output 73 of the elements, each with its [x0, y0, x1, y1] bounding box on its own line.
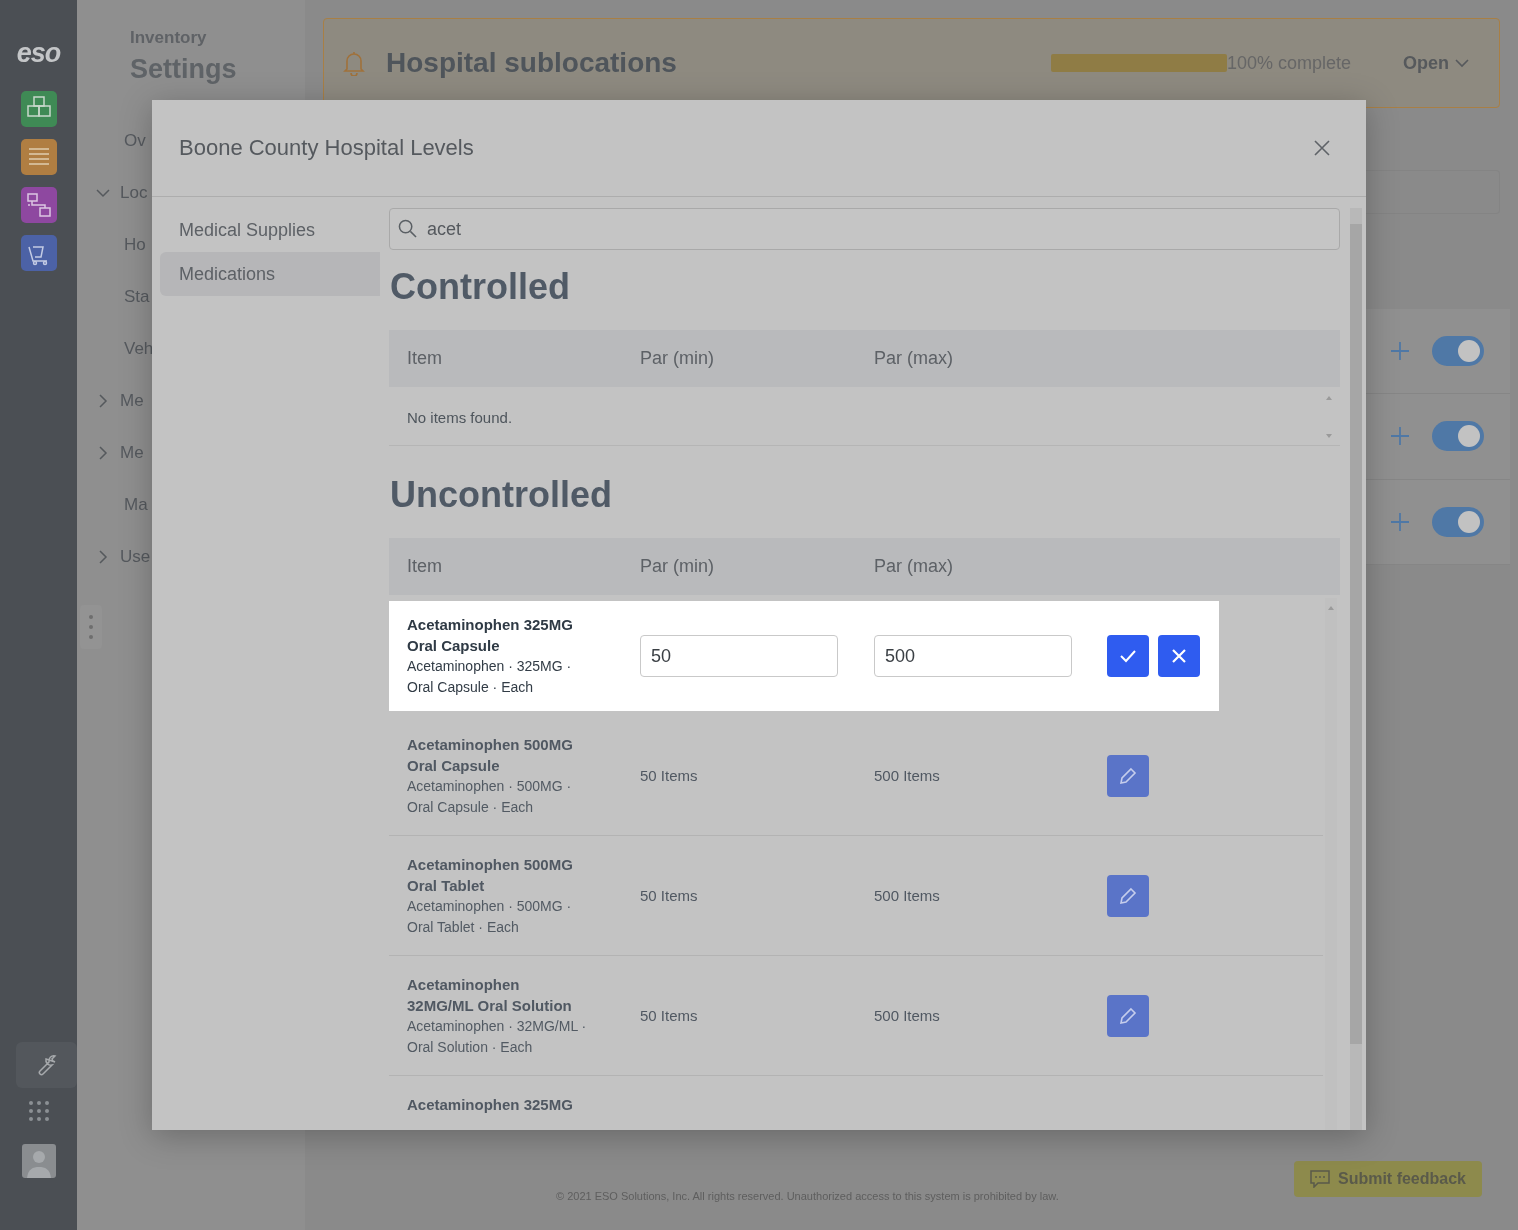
item-name: Acetaminophen 325MG	[407, 1094, 574, 1115]
section-heading: Uncontrolled	[390, 474, 613, 516]
nav-item[interactable]: Use	[120, 547, 151, 567]
logo: eso	[16, 38, 61, 69]
item-detail: Acetaminophen · 500MG · Oral Capsule · Each	[407, 776, 573, 817]
column-header: Item	[407, 556, 443, 577]
flow-icon[interactable]	[20, 187, 57, 223]
par-min-value: 50 Items	[640, 767, 699, 784]
toggle-switch[interactable]	[1432, 336, 1484, 367]
category-tab[interactable]: Medications	[160, 252, 380, 296]
column-header: Item	[407, 348, 443, 369]
chevron-right-icon[interactable]	[96, 446, 110, 460]
nav-item[interactable]: Ma	[124, 495, 148, 515]
par-max-value: 500 Items	[874, 1007, 941, 1024]
open-button[interactable]: Open	[1403, 52, 1469, 74]
chevron-right-icon[interactable]	[96, 394, 110, 408]
edit-button[interactable]	[1107, 994, 1149, 1037]
plus-icon[interactable]	[1390, 426, 1410, 447]
pencil-icon	[1118, 765, 1138, 786]
nav-item[interactable]: Me	[120, 391, 144, 411]
nav-item[interactable]: Me	[120, 443, 144, 463]
par-max-value: 500 Items	[874, 767, 941, 784]
plus-icon[interactable]	[1390, 511, 1410, 532]
column-header: Par (min)	[640, 348, 715, 369]
wrench-icon[interactable]	[16, 1042, 77, 1088]
nav-item[interactable]: Ov	[124, 131, 146, 151]
boxes-icon[interactable]	[20, 91, 57, 127]
nav-item[interactable]: Loc	[120, 183, 148, 203]
category-tab[interactable]: Medical Supplies	[160, 208, 380, 252]
search-field[interactable]: acet	[389, 208, 1340, 250]
modal-title: Boone County Hospital Levels	[179, 135, 475, 161]
column-header: Par (max)	[874, 348, 954, 369]
par-min-value: 50 Items	[640, 887, 699, 904]
confirm-button[interactable]	[1107, 635, 1149, 677]
par-max-input[interactable]: 500	[874, 635, 1072, 677]
nav-item[interactable]: Ho	[124, 235, 146, 255]
nav-item[interactable]: Sta	[124, 287, 150, 307]
scrollbar[interactable]	[1350, 208, 1362, 1130]
par-min-input[interactable]: 50	[640, 635, 838, 677]
chevron-down-icon[interactable]	[96, 186, 110, 200]
edit-button[interactable]	[1107, 754, 1149, 797]
nav-item[interactable]: Veh	[124, 339, 154, 359]
plus-icon[interactable]	[1390, 341, 1410, 362]
chevron-right-icon[interactable]	[96, 550, 110, 564]
par-min-value: 50 Items	[640, 1007, 699, 1024]
edit-button[interactable]	[1107, 874, 1149, 917]
toggle-switch[interactable]	[1432, 421, 1484, 452]
column-header: Par (max)	[874, 556, 954, 577]
item-name: Acetaminophen 500MG Oral Tablet	[407, 854, 574, 896]
chevron-down-icon	[1455, 58, 1469, 68]
app-grid-icon[interactable]	[27, 1100, 50, 1122]
toggle-switch[interactable]	[1432, 506, 1484, 537]
column-header: Par (min)	[640, 556, 715, 577]
cancel-button[interactable]	[1158, 635, 1200, 677]
item-detail: Acetaminophen · 325MG · Oral Capsule · Each	[407, 657, 573, 697]
banner-title: Hospital sublocations	[386, 47, 677, 79]
item-name: Acetaminophen 32MG/ML Oral Solution	[407, 974, 573, 1016]
avatar-icon[interactable]	[21, 1144, 56, 1178]
search-icon	[398, 219, 417, 238]
par-max-value: 500 Items	[874, 887, 941, 904]
empty-message: No items found.	[407, 408, 514, 426]
item-detail: Acetaminophen · 32MG/ML · Oral Solution · Each	[407, 1016, 588, 1057]
item-name: Acetaminophen 500MG Oral Capsule	[407, 734, 574, 776]
cart-icon[interactable]	[20, 235, 57, 271]
section-heading: Controlled	[390, 266, 571, 308]
close-icon[interactable]	[1314, 140, 1330, 156]
pencil-icon	[1118, 1005, 1138, 1026]
pencil-icon	[1118, 885, 1138, 906]
item-name: Acetaminophen 325MG Oral Capsule	[407, 615, 574, 656]
bell-icon	[342, 50, 366, 76]
item-detail: Acetaminophen · 500MG · Oral Tablet · Each	[407, 896, 573, 937]
list-icon[interactable]	[20, 139, 57, 175]
chat-icon	[1309, 1170, 1330, 1188]
